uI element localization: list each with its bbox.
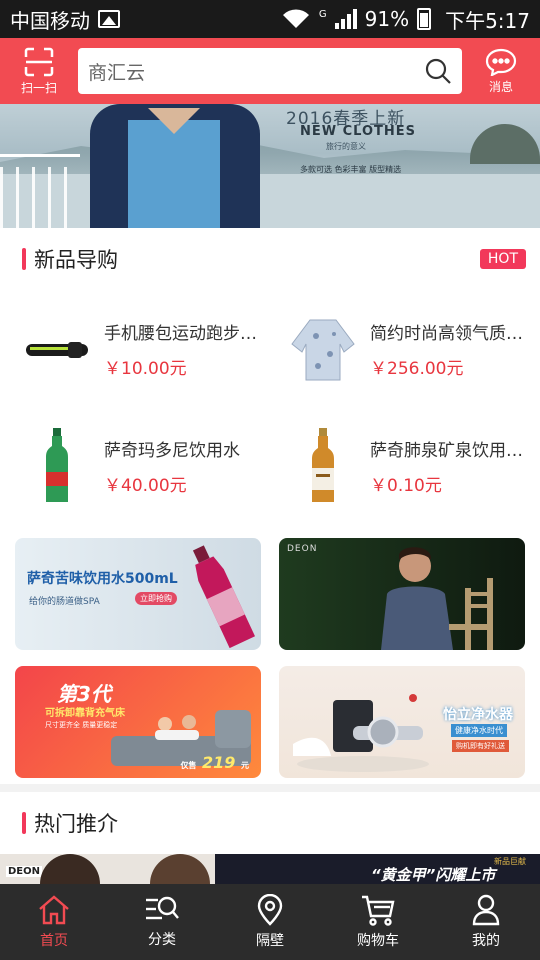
cart-icon bbox=[362, 895, 395, 926]
product-card[interactable]: 手机腰包运动跑步… ￥10.00元 bbox=[0, 290, 270, 407]
search-icon[interactable] bbox=[424, 57, 452, 85]
pink-bottle-image bbox=[192, 545, 256, 649]
carrier-name: 中国移动 bbox=[10, 8, 90, 33]
signal-icon bbox=[334, 9, 357, 29]
product-name: 萨奇玛多尼饮用水 bbox=[104, 440, 240, 461]
ad-water-purifier[interactable]: 怡立净水器 健康净水时代 购机即有好礼送 bbox=[279, 666, 525, 778]
nav-profile[interactable]: 我的 bbox=[432, 884, 540, 960]
nav-home[interactable]: 首页 bbox=[0, 884, 108, 960]
scan-button[interactable]: 扫一扫 bbox=[0, 38, 78, 104]
product-name: 萨奇肺泉矿泉饮用… bbox=[370, 440, 523, 461]
product-name: 简约时尚高领气质… bbox=[370, 323, 523, 344]
product-image-amber-bottle bbox=[288, 426, 358, 506]
scan-label: 扫一扫 bbox=[20, 80, 57, 95]
location-pin-icon bbox=[257, 894, 283, 926]
ad-cta: 购机即有好礼送 bbox=[452, 740, 509, 752]
scan-icon bbox=[24, 47, 54, 76]
hot-item-tag: 新品巨献 bbox=[494, 857, 526, 866]
section-title: 热门推介 bbox=[34, 812, 118, 836]
hot-item-brand: DEON bbox=[6, 866, 43, 877]
price-unit: 元 bbox=[241, 761, 249, 770]
nav-cart[interactable]: 购物车 bbox=[324, 884, 432, 960]
ad-grid: 萨奇苦味饮用水500mL 给你的肠道做SPA 立即抢购 DEON 第3代 可拆卸… bbox=[0, 522, 540, 784]
clock: 下午5:17 bbox=[445, 8, 530, 33]
section-accent-bar bbox=[22, 812, 26, 834]
search-input[interactable]: 商汇云 bbox=[78, 48, 462, 94]
new-products-section: 新品导购 HOT 手机腰包运动跑步… ￥10.00元 简约时尚高领气质… ￥25… bbox=[0, 228, 540, 522]
product-card[interactable]: 萨奇肺泉矿泉饮用… ￥0.10元 bbox=[270, 407, 540, 524]
gallery-icon bbox=[98, 10, 120, 28]
nav-label: 首页 bbox=[40, 933, 68, 949]
nav-label: 我的 bbox=[472, 933, 500, 949]
ad-price-tag: 仅售 219 元 bbox=[180, 753, 249, 772]
price-value: 219 bbox=[202, 753, 236, 772]
product-card[interactable]: 萨奇玛多尼饮用水 ￥40.00元 bbox=[0, 407, 270, 524]
product-card[interactable]: 简约时尚高领气质… ￥256.00元 bbox=[270, 290, 540, 407]
banner-tagline: 旅行的意义 bbox=[326, 142, 366, 151]
status-indicators: G 91% 下午5:17 bbox=[281, 5, 530, 34]
hot-badge: HOT bbox=[479, 249, 526, 269]
product-price: ￥0.10元 bbox=[370, 475, 442, 496]
ad-brand: DEON bbox=[287, 544, 318, 554]
product-name: 手机腰包运动跑步… bbox=[104, 323, 257, 344]
product-price: ￥40.00元 bbox=[104, 475, 187, 496]
promo-banner[interactable]: 2016春季上新 NEW CLOTHES 旅行的意义 多款可选 色彩丰富 版型精… bbox=[0, 104, 540, 228]
search-text: 商汇云 bbox=[88, 61, 146, 84]
section-accent-bar bbox=[22, 248, 26, 270]
hot-item-golden-armor[interactable]: 新品巨献 “黄金甲”闪耀上市 bbox=[215, 854, 540, 884]
bottom-nav: 首页 分类 隔壁 购物车 我的 bbox=[0, 884, 540, 960]
banner-features: 多款可选 色彩丰富 版型精选 bbox=[300, 165, 402, 174]
product-image-green-bottle bbox=[22, 426, 92, 506]
category-search-icon bbox=[146, 896, 179, 920]
messages-label: 消息 bbox=[488, 79, 513, 94]
hot-recommend-strip: DEON 新品巨献 “黄金甲”闪耀上市 bbox=[0, 854, 540, 884]
network-type: G bbox=[318, 8, 327, 20]
nav-label: 购物车 bbox=[357, 933, 399, 949]
status-bar: 中国移动 G 91% 下午5:17 bbox=[0, 0, 540, 38]
nav-label: 隔壁 bbox=[256, 933, 284, 949]
hot-item-deon[interactable]: DEON bbox=[0, 854, 215, 884]
user-icon bbox=[472, 894, 500, 926]
product-grid: 手机腰包运动跑步… ￥10.00元 简约时尚高领气质… ￥256.00元 萨奇玛… bbox=[0, 290, 540, 524]
ad-deon[interactable]: DEON bbox=[279, 538, 525, 650]
ad-sub: 健康净水时代 bbox=[451, 724, 507, 737]
battery-icon bbox=[417, 8, 432, 30]
ad-air-bed[interactable]: 第3代 可拆卸靠背充气床 尺寸更齐全 质量更稳定 仅售 219 元 bbox=[15, 666, 261, 778]
nav-label: 分类 bbox=[148, 932, 176, 948]
man-with-chair-image bbox=[381, 547, 493, 650]
banner-mountains bbox=[0, 142, 540, 174]
product-image-blouse bbox=[288, 309, 358, 389]
ad-headline: 怡立净水器 bbox=[443, 707, 513, 723]
product-price: ￥10.00元 bbox=[104, 358, 187, 379]
nav-category[interactable]: 分类 bbox=[108, 884, 216, 960]
banner-water bbox=[0, 174, 540, 228]
banner-model bbox=[90, 104, 260, 228]
ad-headline: 萨奇苦味饮用水500mL bbox=[27, 571, 178, 587]
section-title: 新品导购 bbox=[34, 248, 118, 272]
section-header: 热门推介 bbox=[0, 792, 540, 854]
ad-sub: 给你的肠道做SPA bbox=[29, 597, 100, 607]
top-header: 扫一扫 商汇云 消息 bbox=[0, 38, 540, 104]
ad-cta: 立即抢购 bbox=[135, 592, 177, 605]
banner-railing bbox=[0, 154, 80, 228]
ad-water[interactable]: 萨奇苦味饮用水500mL 给你的肠道做SPA 立即抢购 bbox=[15, 538, 261, 650]
messages-button[interactable]: 消息 bbox=[462, 38, 540, 104]
product-image-waist-bag bbox=[22, 309, 92, 389]
home-icon bbox=[39, 895, 69, 925]
hot-recommend-section: 热门推介 DEON 新品巨献 “黄金甲”闪耀上市 bbox=[0, 792, 540, 884]
nav-nearby[interactable]: 隔壁 bbox=[216, 884, 324, 960]
banner-subtitle: NEW CLOTHES bbox=[300, 124, 417, 139]
ad-headline: 第3代 bbox=[57, 682, 111, 706]
chat-bubble-icon bbox=[485, 48, 517, 76]
wifi-icon bbox=[282, 9, 309, 28]
banner-island bbox=[470, 124, 540, 164]
product-price: ￥256.00元 bbox=[370, 358, 464, 379]
price-label: 仅售 bbox=[180, 761, 197, 770]
section-header: 新品导购 HOT bbox=[0, 228, 540, 290]
hot-item-text: “黄金甲”闪耀上市 bbox=[371, 866, 496, 884]
purifier-image bbox=[293, 694, 429, 772]
battery-percent: 91% bbox=[364, 7, 410, 31]
